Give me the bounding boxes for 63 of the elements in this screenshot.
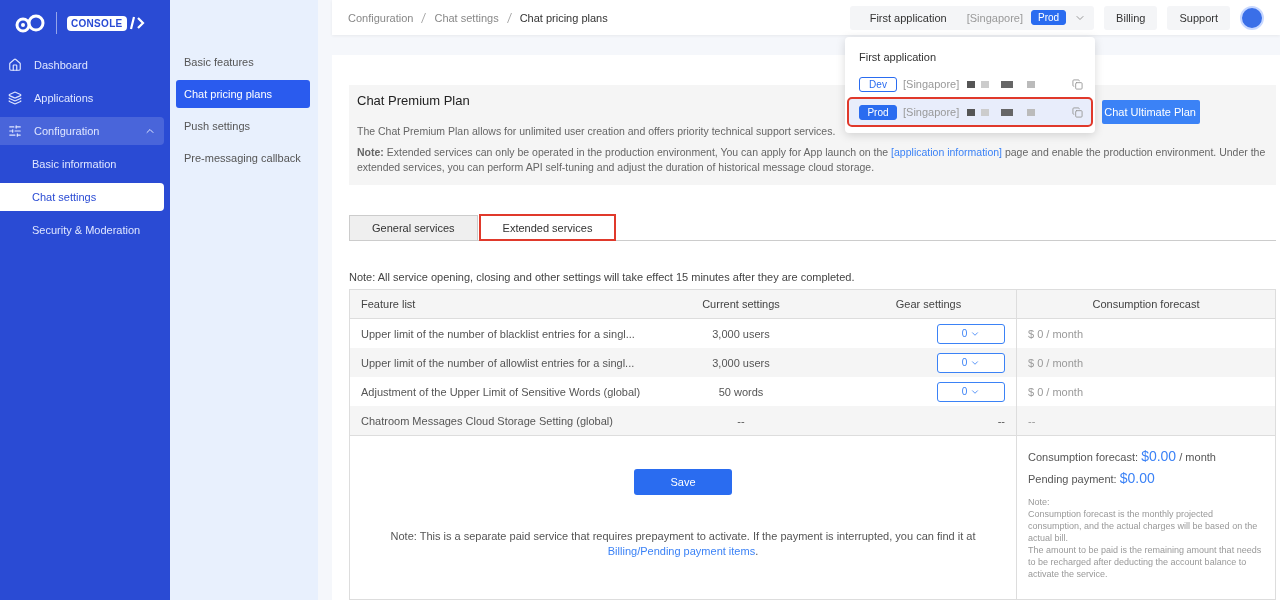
breadcrumb-item[interactable]: Configuration [348,11,414,24]
table-cell: -- [841,406,1016,435]
column-header: Feature list [350,290,641,319]
plan-description: The Chat Premium Plan allows for unlimited user creation and offers priority technical support services. [357,124,837,139]
home-icon [8,58,22,72]
forecast-note: Consumption forecast is the monthly projected consumption, and the actual charges will be based on the actual bill. [1028,508,1259,544]
subnav-item[interactable]: Pre-messaging callback [176,144,310,172]
logo-icon [14,12,46,34]
tab[interactable]: Extended services [479,215,616,240]
env-tag: Dev [859,76,897,92]
env-tag: Prod [859,104,897,120]
pending-payment: Pending payment: $0.00 [1028,470,1156,486]
gear-select[interactable]: 0 [937,323,1005,344]
nav-subitem[interactable]: Basic information [0,150,164,178]
breadcrumb-item[interactable]: Chat settings [434,11,499,24]
code-slash-icon [128,16,145,30]
table-cell: -- [1016,406,1275,435]
menu-item[interactable]: Prod [Singapore] [849,99,1091,125]
layers-icon [8,91,22,105]
nav-item[interactable]: Configuration [0,117,164,145]
payment-note: Note: This is a separate paid service that requires prepayment to activate. If the payment is interrupted, you can find it at Billing/Pending payment items. [389,529,977,559]
header-button[interactable]: Billing [1104,5,1158,30]
save-button[interactable]: Save [634,469,732,495]
breadcrumb-item[interactable]: Chat pricing plans [519,11,608,24]
avatar[interactable] [1240,5,1264,30]
forecast-note: The amount to be paid is the remaining amount that needs to be recharged after deducting the account balance to activate the service. [1028,544,1263,580]
menu-item[interactable]: Dev [Singapore] [849,71,1091,97]
subnav-item[interactable]: Basic features [176,48,310,76]
forecast-note: Note: [1028,496,1051,508]
nav-subitem[interactable]: Chat settings [0,183,164,211]
upgrade-button[interactable]: Chat Ultimate Plan [1102,100,1200,124]
table-cell: $ 0 / month [1016,348,1275,377]
plan-note: Note: Extended services can only be operated in the production environment, You can apply for App launch on the [application information] page and enable the production environment. Under the extended services, you can perform API self-tuning and adjust the duration of historical message cloud storage. [357,145,1267,175]
notice-text: Note: All service opening, closing and other settings will take effect 15 minutes after they are completed. [349,271,856,283]
table-cell: Upper limit of the number of allowlist entries for a singl... [350,348,641,377]
column-header: Current settings [641,290,841,319]
column-header: Gear settings [841,290,1016,319]
plan-title: Chat Premium Plan [357,93,471,108]
table-cell: Chatroom Messages Cloud Storage Setting (global) [350,406,641,435]
subnav-item[interactable]: Chat pricing plans [176,80,310,108]
region-text: [Singapore] [903,78,960,90]
breadcrumb-separator-icon [421,11,427,24]
subnav-item[interactable]: Push settings [176,112,310,140]
menu-title: First application [858,51,938,65]
header-button[interactable]: Support [1167,5,1230,30]
sliders-icon [8,124,22,138]
forecast-summary: Consumption forecast: $0.00 / month [1028,448,1217,464]
tab[interactable]: General services [349,215,478,240]
application-info-link[interactable]: [application information] [891,146,1002,158]
column-header: Consumption forecast [1016,290,1275,319]
region-text: [Singapore] [903,106,960,118]
app-selector[interactable]: First application [Singapore] Prod [849,5,1095,30]
copy-icon[interactable] [1072,78,1083,90]
gear-select[interactable]: 0 [937,352,1005,373]
breadcrumb-separator-icon [506,11,512,24]
gear-select[interactable]: 0 [937,381,1005,402]
table-cell: 3,000 users [641,348,841,377]
nav-subitem[interactable]: Security & Moderation [0,216,164,244]
table-cell: -- [641,406,841,435]
copy-icon[interactable] [1072,106,1083,118]
nav-item[interactable]: Applications [0,84,164,112]
logo-text: CONSOLE [67,15,127,31]
nav-item[interactable]: Dashboard [0,51,164,79]
